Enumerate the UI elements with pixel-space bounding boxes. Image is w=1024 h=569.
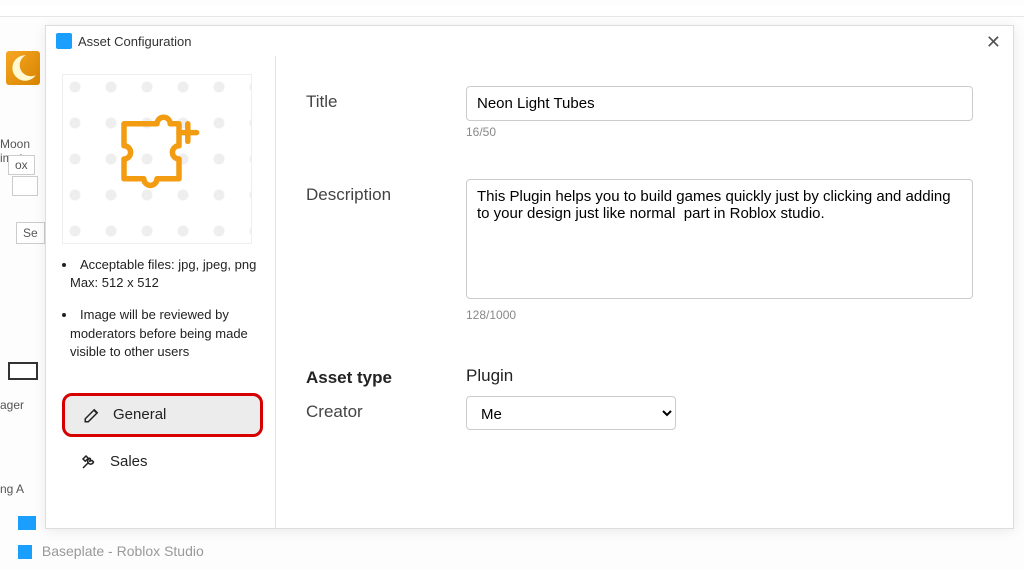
tools-icon <box>80 453 98 471</box>
note-review: Image will be reviewed by moderators bef… <box>62 306 263 361</box>
description-counter: 128/1000 <box>466 308 973 322</box>
bg-empty-box <box>12 176 38 196</box>
right-pane: Title 16/50 Description This Plugin help… <box>276 56 1013 528</box>
bg-ng-label: ng A <box>0 482 24 496</box>
row-description: Description This Plugin helps you to bui… <box>306 179 973 322</box>
roblox-taskbar-icon <box>18 545 32 559</box>
tab-sales-label: Sales <box>110 453 148 470</box>
title-counter: 16/50 <box>466 125 973 139</box>
upload-notes: Acceptable files: jpg, jpeg, png Max: 51… <box>62 256 263 375</box>
tab-general[interactable]: General <box>62 393 263 437</box>
asset-config-modal: Asset Configuration ✕ Acceptable files: … <box>45 25 1014 529</box>
edit-icon <box>83 406 101 424</box>
note-acceptable: Acceptable files: jpg, jpeg, png Max: 51… <box>62 256 263 292</box>
creator-select[interactable]: Me <box>466 396 676 430</box>
sidebar-tabs: General Sales <box>62 393 263 487</box>
title-label: Title <box>306 86 466 139</box>
left-pane: Acceptable files: jpg, jpeg, png Max: 51… <box>46 56 276 528</box>
bg-blue-chip <box>18 516 36 530</box>
row-creator: Creator Me <box>306 396 973 430</box>
tab-sales[interactable]: Sales <box>62 443 263 481</box>
modal-app-icon <box>56 33 72 49</box>
asset-thumbnail[interactable] <box>62 74 252 244</box>
modal-titlebar[interactable]: Asset Configuration <box>46 26 1013 56</box>
bg-rect <box>8 362 38 380</box>
description-label: Description <box>306 179 466 322</box>
row-asset-type: Asset type Plugin <box>306 362 973 388</box>
bg-toolbar: Moon imat <box>0 45 45 91</box>
puzzle-plus-icon <box>102 104 212 214</box>
bg-se-label: Se <box>16 222 45 244</box>
taskbar-label: Baseplate - Roblox Studio <box>42 543 204 559</box>
modal-body: Acceptable files: jpg, jpeg, png Max: 51… <box>46 56 1013 528</box>
creator-label: Creator <box>306 396 466 430</box>
bg-top-strip <box>0 5 1024 17</box>
close-icon[interactable]: ✕ <box>986 32 1001 53</box>
tab-general-label: General <box>113 406 166 423</box>
modal-title-text: Asset Configuration <box>78 34 191 49</box>
moon-label-1: Moon <box>0 137 30 151</box>
close-glyph: ✕ <box>986 32 1001 52</box>
asset-type-label: Asset type <box>306 362 466 388</box>
moon-plugin-icon <box>6 51 40 85</box>
bg-ox-label: ox <box>8 155 35 175</box>
taskbar-item[interactable]: Baseplate - Roblox Studio <box>18 543 204 559</box>
description-input[interactable]: This Plugin helps you to build games qui… <box>466 179 973 299</box>
bg-ager-label: ager <box>0 398 24 412</box>
title-input[interactable] <box>466 86 973 121</box>
asset-type-value: Plugin <box>466 362 973 388</box>
row-title: Title 16/50 <box>306 86 973 139</box>
